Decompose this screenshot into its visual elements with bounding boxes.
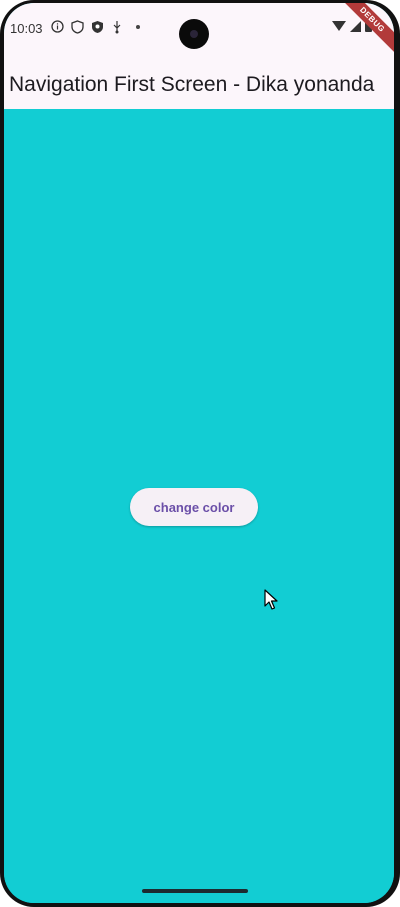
shield-filled-icon — [90, 20, 104, 34]
status-bar: 10:03 DEBUG — [4, 3, 394, 59]
info-icon — [50, 20, 64, 34]
shield-icon — [70, 20, 84, 34]
status-time: 10:03 — [10, 21, 43, 36]
mouse-cursor-icon — [264, 589, 278, 616]
notification-dot-icon — [136, 25, 140, 29]
home-indicator[interactable] — [142, 889, 248, 893]
change-color-button[interactable]: change color — [130, 488, 258, 526]
camera-lens — [190, 30, 198, 38]
screen: 10:03 DEBUG Navigation First Screen - Di… — [4, 3, 394, 903]
camera-cutout — [179, 19, 209, 49]
wifi-icon — [332, 21, 346, 31]
app-bar: Navigation First Screen - Dika yonanda — [4, 55, 394, 109]
usb-icon — [110, 20, 124, 34]
status-icons-left — [50, 20, 140, 34]
color-body: change color — [4, 109, 394, 903]
page-title: Navigation First Screen - Dika yonanda — [9, 73, 375, 96]
device-frame: 10:03 DEBUG Navigation First Screen - Di… — [0, 0, 400, 907]
signal-icon — [350, 20, 361, 32]
